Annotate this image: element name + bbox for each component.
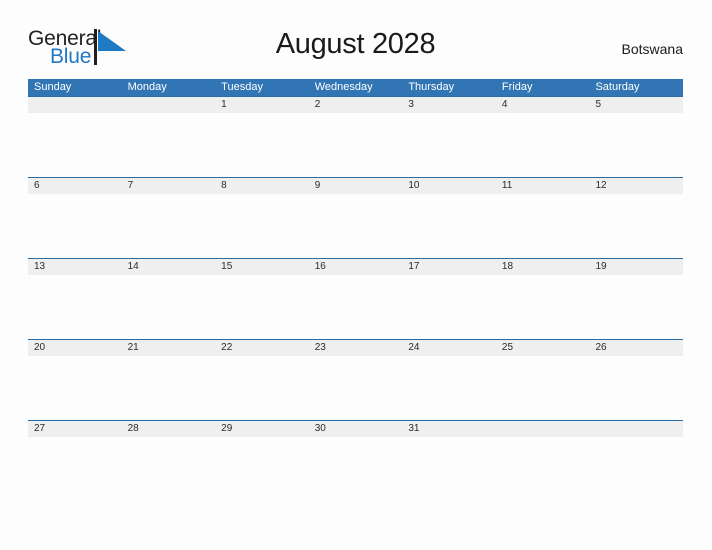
calendar-grid: Sunday Monday Tuesday Wednesday Thursday…: [28, 79, 683, 501]
day-cell[interactable]: 18: [496, 259, 590, 275]
day-cell[interactable]: 17: [402, 259, 496, 275]
day-cell[interactable]: 23: [309, 340, 403, 356]
week-row: 20 21 22 23 24 25 26: [28, 339, 683, 420]
week-date-band: 27 28 29 30 31: [28, 421, 683, 437]
day-cell[interactable]: 31: [402, 421, 496, 437]
weekday-header-friday: Friday: [501, 81, 533, 93]
day-cell[interactable]: 4: [496, 97, 590, 113]
day-cell[interactable]: [496, 421, 590, 437]
page-header: General Blue August 2028 Botswana: [28, 22, 683, 70]
day-cell[interactable]: 15: [215, 259, 309, 275]
week-date-band: 1 2 3 4 5: [28, 97, 683, 113]
day-cell[interactable]: 3: [402, 97, 496, 113]
week-note-area[interactable]: [28, 275, 683, 339]
day-cell[interactable]: 7: [122, 178, 216, 194]
week-row: 6 7 8 9 10 11 12: [28, 177, 683, 258]
day-cell[interactable]: 13: [28, 259, 122, 275]
day-cell[interactable]: 22: [215, 340, 309, 356]
day-cell[interactable]: 20: [28, 340, 122, 356]
week-date-band: 20 21 22 23 24 25 26: [28, 340, 683, 356]
weekday-header-wednesday: Wednesday: [314, 81, 373, 93]
day-cell[interactable]: 27: [28, 421, 122, 437]
day-cell[interactable]: 24: [402, 340, 496, 356]
week-note-area[interactable]: [28, 194, 683, 258]
week-date-band: 6 7 8 9 10 11 12: [28, 178, 683, 194]
weekday-header-thursday: Thursday: [408, 81, 455, 93]
weekday-header-tuesday: Tuesday: [221, 81, 263, 93]
day-cell[interactable]: 6: [28, 178, 122, 194]
day-cell[interactable]: 8: [215, 178, 309, 194]
day-cell[interactable]: 26: [589, 340, 683, 356]
day-cell[interactable]: 19: [589, 259, 683, 275]
day-cell[interactable]: 25: [496, 340, 590, 356]
day-cell[interactable]: [589, 421, 683, 437]
week-row: 1 2 3 4 5: [28, 96, 683, 177]
day-cell[interactable]: 29: [215, 421, 309, 437]
day-cell[interactable]: 5: [589, 97, 683, 113]
weekday-header-row: Sunday Monday Tuesday Wednesday Thursday…: [28, 79, 683, 96]
day-cell[interactable]: 12: [589, 178, 683, 194]
day-cell[interactable]: 10: [402, 178, 496, 194]
day-cell[interactable]: 2: [309, 97, 403, 113]
page-title: August 2028: [275, 28, 436, 60]
day-cell[interactable]: 21: [122, 340, 216, 356]
day-cell[interactable]: 9: [309, 178, 403, 194]
day-cell[interactable]: 16: [309, 259, 403, 275]
weekday-header-monday: Monday: [127, 81, 167, 93]
week-row: 13 14 15 16 17 18 19: [28, 258, 683, 339]
day-cell[interactable]: [28, 97, 122, 113]
day-cell[interactable]: 30: [309, 421, 403, 437]
weekday-header-saturday: Saturday: [595, 81, 640, 93]
weekday-header-sunday: Sunday: [34, 81, 72, 93]
week-date-band: 13 14 15 16 17 18 19: [28, 259, 683, 275]
day-cell[interactable]: 14: [122, 259, 216, 275]
week-note-area[interactable]: [28, 437, 683, 501]
week-note-area[interactable]: [28, 356, 683, 420]
calendar-page: General Blue August 2028 Botswana Sunday…: [0, 0, 712, 550]
week-row: 27 28 29 30 31: [28, 420, 683, 501]
day-cell[interactable]: 11: [496, 178, 590, 194]
region-label: Botswana: [621, 41, 683, 57]
day-cell[interactable]: 28: [122, 421, 216, 437]
day-cell[interactable]: [122, 97, 216, 113]
day-cell[interactable]: 1: [215, 97, 309, 113]
week-note-area[interactable]: [28, 113, 683, 177]
